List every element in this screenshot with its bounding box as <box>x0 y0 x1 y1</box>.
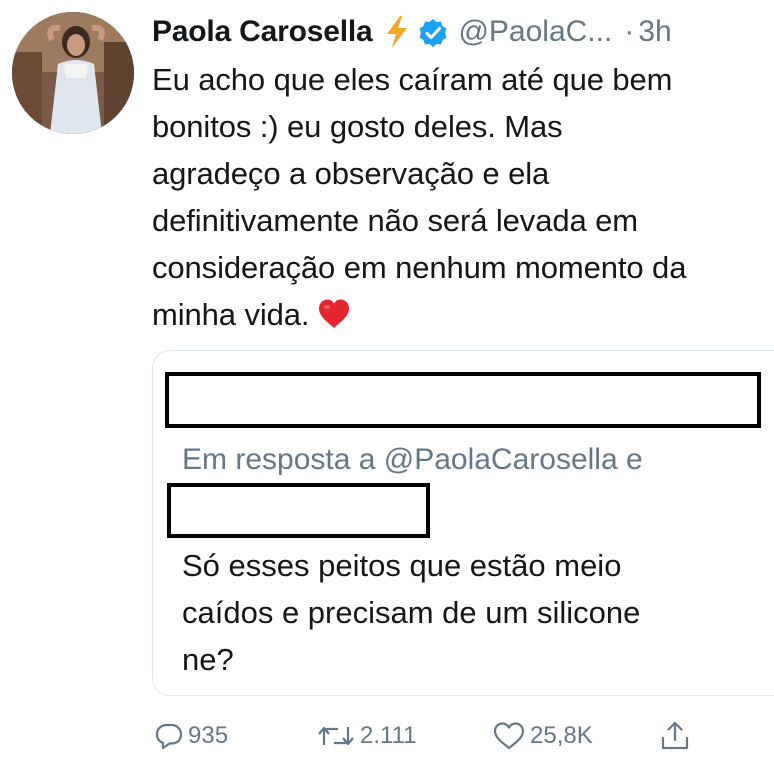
retweet-button[interactable]: 2.111 <box>316 716 417 756</box>
lightning-bolt-icon <box>384 15 410 49</box>
share-icon <box>661 721 689 750</box>
verified-badge-icon <box>418 17 448 47</box>
reply-count: 935 <box>188 722 229 749</box>
timestamp[interactable]: 3h <box>638 10 671 54</box>
author-name[interactable]: Paola Carosella <box>152 10 373 54</box>
tweet-text-content: Eu acho que eles caíram até que bem boni… <box>152 62 687 332</box>
retweet-icon <box>318 726 354 746</box>
like-count: 25,8K <box>530 722 593 749</box>
reply-icon <box>155 723 183 750</box>
red-heart-emoji-icon <box>317 296 351 328</box>
retweet-count: 2.111 <box>360 722 417 749</box>
avatar[interactable] <box>12 12 134 134</box>
tweet-actions: 935 2.111 25,8K <box>152 716 774 756</box>
reply-button[interactable]: 935 <box>154 716 228 756</box>
separator-dot: · <box>624 15 635 48</box>
tweet-text: Eu acho que eles caíram até que bem boni… <box>152 56 774 338</box>
avatar-photo <box>12 12 134 134</box>
tweet-header: Paola Carosella @PaolaC... · 3h <box>152 10 774 54</box>
reply-to-label: Em resposta a @PaolaCarosella e <box>182 443 643 476</box>
heart-icon <box>493 722 525 750</box>
author-handle[interactable]: @PaolaC... <box>458 10 612 54</box>
share-button[interactable] <box>660 716 690 756</box>
quoted-tweet-text: Só esses peitos que estão meio caídos e … <box>182 548 641 677</box>
redacted-handle-box <box>167 483 430 538</box>
redacted-name-box <box>165 372 761 428</box>
like-button[interactable]: 25,8K <box>492 716 593 756</box>
